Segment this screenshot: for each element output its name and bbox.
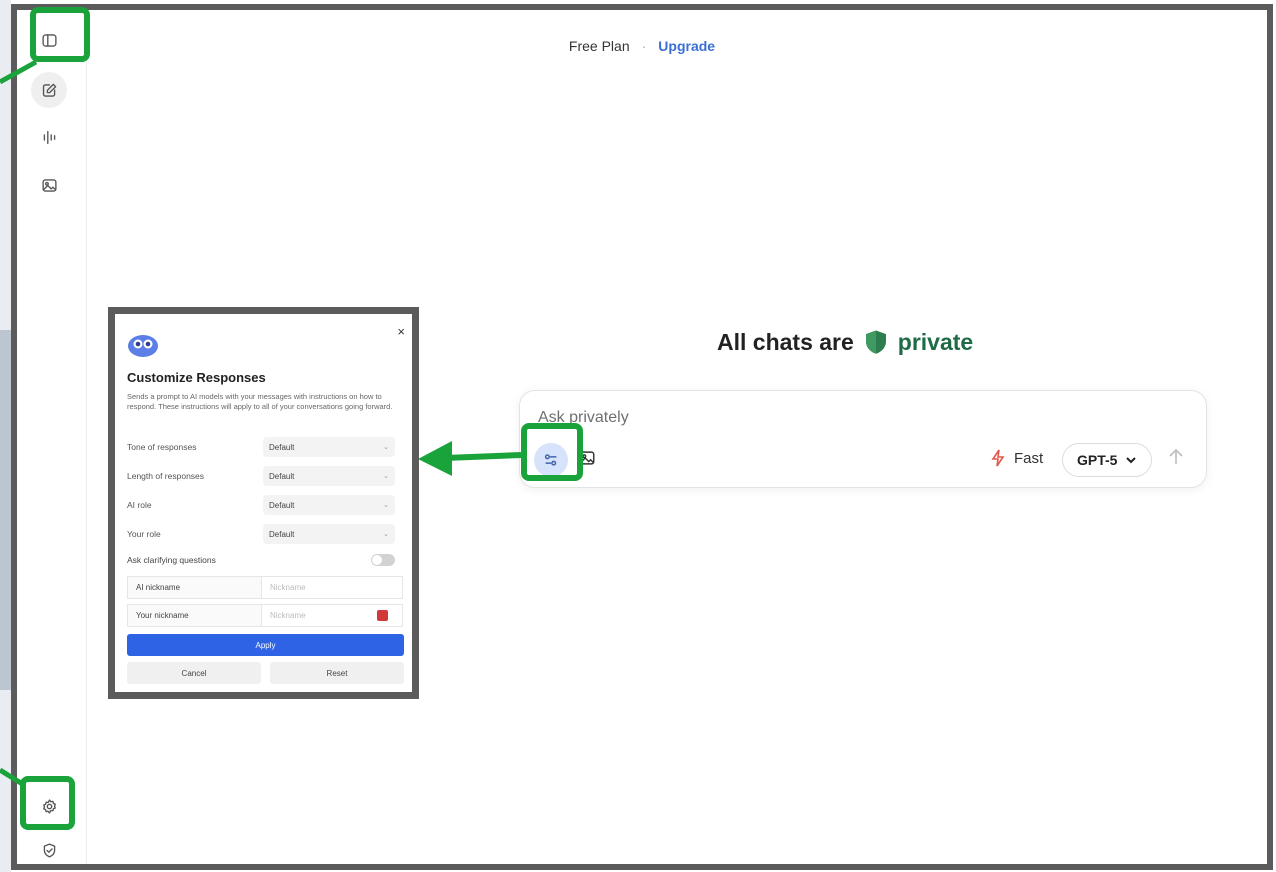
customize-responses-button[interactable] bbox=[534, 443, 568, 477]
length-value: Default bbox=[269, 471, 295, 481]
shield-icon bbox=[865, 330, 886, 354]
message-input[interactable]: Ask privately bbox=[538, 409, 629, 427]
new-chat-button[interactable] bbox=[31, 72, 67, 108]
voice-icon bbox=[43, 130, 55, 144]
close-button[interactable]: × bbox=[397, 324, 405, 339]
settings-button[interactable] bbox=[31, 788, 67, 824]
apply-button[interactable]: Apply bbox=[127, 634, 404, 656]
length-select[interactable]: Default ⌄ bbox=[263, 466, 395, 486]
your-role-row: Your role Default ⌄ bbox=[127, 523, 403, 545]
dialog-description: Sends a prompt to AI models with your me… bbox=[127, 392, 393, 411]
privacy-button[interactable] bbox=[31, 832, 67, 864]
ai-nickname-label: AI nickname bbox=[128, 577, 262, 598]
sliders-icon bbox=[544, 454, 557, 466]
sidebar bbox=[17, 10, 87, 864]
chevron-down-icon: ⌄ bbox=[383, 531, 389, 538]
lightning-icon bbox=[991, 449, 1005, 467]
ai-nickname-input[interactable]: Nickname bbox=[262, 583, 402, 592]
chevron-down-icon bbox=[1126, 457, 1137, 464]
image-icon bbox=[41, 178, 57, 192]
tone-label: Tone of responses bbox=[127, 442, 197, 452]
plan-label: Free Plan bbox=[568, 38, 630, 54]
tone-value: Default bbox=[269, 442, 295, 452]
arrow-up-icon bbox=[1169, 448, 1183, 464]
model-selector[interactable]: GPT-5 bbox=[1062, 443, 1153, 477]
tone-row: Tone of responses Default ⌄ bbox=[127, 436, 403, 458]
password-manager-icon[interactable] bbox=[377, 610, 388, 621]
your-role-label: Your role bbox=[127, 529, 161, 539]
send-button[interactable] bbox=[1166, 447, 1190, 471]
length-row: Length of responses Default ⌄ bbox=[127, 465, 403, 487]
attach-image-button[interactable] bbox=[578, 449, 600, 471]
ai-nickname-row: AI nickname Nickname bbox=[127, 576, 403, 599]
voice-button[interactable] bbox=[31, 119, 67, 155]
chevron-down-icon: ⌄ bbox=[383, 444, 389, 451]
model-label: GPT-5 bbox=[1077, 452, 1118, 468]
left-edge-strip bbox=[0, 0, 11, 872]
customize-responses-panel: × Customize Responses Sends a prompt to … bbox=[108, 307, 419, 699]
settings-icon bbox=[42, 798, 56, 814]
clarifying-label: Ask clarifying questions bbox=[127, 555, 216, 565]
your-nickname-input[interactable]: Nickname bbox=[262, 611, 377, 620]
length-label: Length of responses bbox=[127, 471, 205, 481]
ai-role-row: AI role Default ⌄ bbox=[127, 494, 403, 516]
chevron-down-icon: ⌄ bbox=[383, 473, 389, 480]
shield-check-icon bbox=[43, 842, 55, 858]
dialog-title: Customize Responses bbox=[127, 370, 266, 385]
plan-header: Free Plan · Upgrade bbox=[17, 38, 1267, 54]
tone-select[interactable]: Default ⌄ bbox=[263, 437, 395, 457]
new-chat-icon bbox=[42, 83, 56, 97]
your-nickname-row: Your nickname Nickname bbox=[127, 604, 403, 627]
your-role-value: Default bbox=[269, 529, 295, 539]
app-logo-icon bbox=[128, 335, 158, 357]
hero-heading: All chats are private bbox=[717, 328, 973, 356]
ai-role-label: AI role bbox=[127, 500, 152, 510]
speed-selector[interactable]: Fast bbox=[990, 449, 1043, 467]
ai-role-value: Default bbox=[269, 500, 295, 510]
chevron-down-icon: ⌄ bbox=[383, 502, 389, 509]
hero-prefix: All chats are bbox=[717, 328, 854, 355]
your-nickname-label: Your nickname bbox=[128, 605, 262, 626]
customize-responses-dialog: × Customize Responses Sends a prompt to … bbox=[121, 318, 407, 688]
image-icon bbox=[579, 451, 595, 465]
cancel-button[interactable]: Cancel bbox=[127, 662, 261, 684]
upgrade-link[interactable]: Upgrade bbox=[658, 38, 715, 54]
image-button[interactable] bbox=[31, 167, 67, 203]
your-role-select[interactable]: Default ⌄ bbox=[263, 524, 395, 544]
clarifying-row: Ask clarifying questions bbox=[127, 549, 403, 571]
ai-role-select[interactable]: Default ⌄ bbox=[263, 495, 395, 515]
reset-button[interactable]: Reset bbox=[270, 662, 404, 684]
clarifying-toggle[interactable] bbox=[371, 554, 395, 566]
speed-label: Fast bbox=[1014, 449, 1044, 467]
hero-private: private bbox=[897, 328, 974, 355]
chat-composer: Ask privately Fast GPT-5 bbox=[519, 390, 1207, 488]
header-separator: · bbox=[641, 38, 647, 54]
